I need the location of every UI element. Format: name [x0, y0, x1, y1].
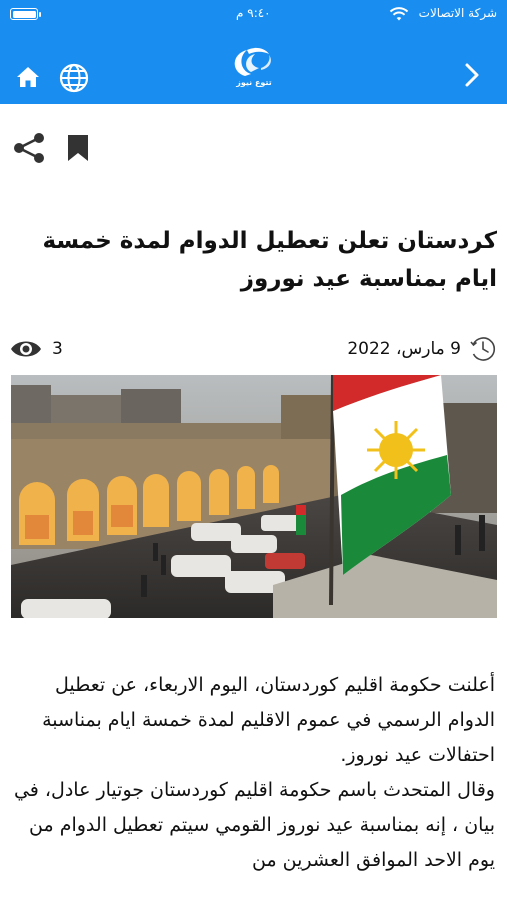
share-icon[interactable] — [12, 132, 46, 164]
article-body: أعلنت حكومة اقليم كوردستان، اليوم الاربع… — [13, 668, 495, 878]
carrier-name: شركة الاتصالات — [418, 6, 497, 20]
status-time: ٩:٤٠ م — [236, 6, 271, 20]
clock-icon — [470, 337, 496, 361]
publish-date: 9 مارس، 2022 — [347, 339, 461, 359]
article-paragraph: وقال المتحدث باسم حكومة اقليم كوردستان ج… — [13, 779, 495, 871]
home-icon[interactable] — [14, 64, 42, 90]
battery-icon — [10, 8, 41, 20]
wifi-icon — [389, 7, 409, 21]
article-paragraph: أعلنت حكومة اقليم كوردستان، اليوم الاربع… — [42, 674, 495, 766]
article-photo[interactable] — [11, 375, 497, 618]
view-count-row: 3 — [10, 334, 63, 364]
chevron-right-icon[interactable] — [461, 62, 483, 88]
logo-mark — [234, 47, 271, 76]
status-bar: شركة الاتصالات ٩:٤٠ م — [0, 0, 507, 30]
globe-icon[interactable] — [58, 62, 90, 94]
publish-date-row: 9 مارس، 2022 — [347, 334, 497, 364]
eye-icon — [11, 341, 41, 357]
article-title: كردستان تعلن تعطيل الدوام لمدة خمسة ايام… — [42, 228, 497, 292]
view-count: 3 — [52, 339, 63, 359]
app-logo: تتوع نيوز — [221, 46, 287, 94]
bookmark-icon[interactable] — [66, 133, 90, 163]
app-header: شركة الاتصالات ٩:٤٠ م تتوع نيوز — [0, 0, 507, 104]
logo-text: تتوع نيوز — [236, 78, 272, 87]
